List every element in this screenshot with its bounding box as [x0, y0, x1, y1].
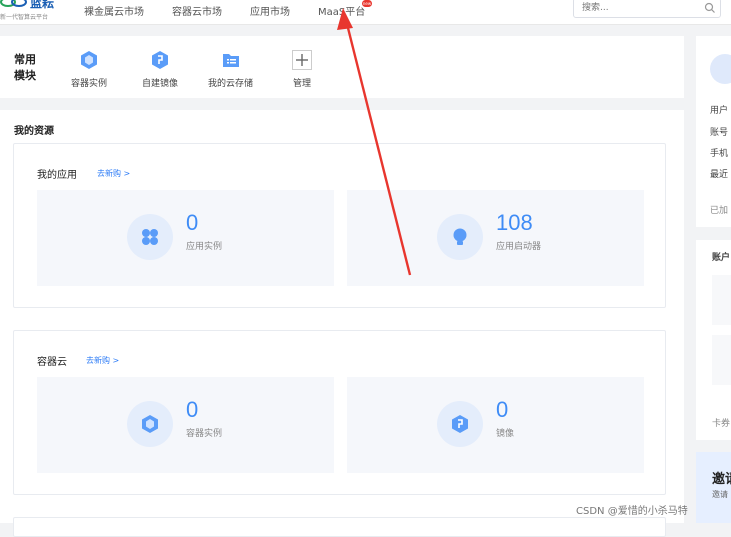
profile-line-user: 用户: [710, 106, 729, 116]
cloud-storage-icon: [222, 54, 239, 67]
top-navigation-bar: 蓝耘 新一代智算云平台 裸金属云市场 容器云市场 应用市场 MaaS平台 new: [0, 0, 731, 25]
search-input[interactable]: [582, 1, 692, 15]
container-cloud-title: 容器云: [37, 357, 67, 368]
nav-maas-platform[interactable]: MaaS平台: [318, 3, 365, 18]
watermark: CSDN @爱惜的小杀马特: [576, 506, 688, 517]
app-launcher-tile[interactable]: 108 应用启动器: [347, 190, 644, 286]
logo-text: 蓝耘: [30, 0, 55, 10]
search-icon[interactable]: [704, 2, 716, 14]
profile-line-account: 账号: [710, 128, 729, 138]
image-label: 镜像: [496, 429, 515, 439]
image-count: 0: [496, 397, 509, 422]
module-label: 自建镜像: [142, 79, 179, 89]
container-instance-label: 容器实例: [186, 429, 223, 439]
icon-circle: [127, 214, 173, 260]
module-label: 管理: [292, 79, 311, 89]
container-instance-icon: [81, 51, 97, 69]
lightbulb-icon: [453, 228, 467, 245]
plus-icon: [292, 50, 312, 70]
logo-icon[interactable]: [0, 0, 28, 10]
app-launcher-label: 应用启动器: [496, 242, 542, 252]
module-custom-image[interactable]: 自建镜像: [142, 50, 178, 89]
avatar[interactable]: [710, 54, 731, 84]
profile-panel: 用户 账号 手机 最近 已加: [696, 36, 731, 227]
icon-circle: [437, 401, 483, 447]
app-instance-tile[interactable]: 0 应用实例: [37, 190, 334, 286]
profile-line-joined: 已加: [710, 206, 729, 216]
my-apps-section: 我的应用 去新购 > 0 应用实例 108 应用启动器: [13, 143, 666, 308]
custom-image-icon: [152, 51, 168, 69]
module-label: 我的云存储: [208, 79, 254, 89]
invite-sub: 邀请: [712, 490, 728, 499]
image-icon: [452, 415, 468, 433]
my-apps-title: 我的应用: [37, 170, 77, 181]
app-launcher-count: 108: [496, 210, 533, 235]
coupon-label: 卡券: [712, 419, 731, 429]
app-grid-icon: [142, 229, 158, 245]
nav-app-market[interactable]: 应用市场: [250, 3, 290, 18]
module-container-instance[interactable]: 容器实例: [71, 50, 107, 89]
module-manage[interactable]: 管理: [292, 50, 312, 89]
account-box: [712, 335, 731, 385]
buy-apps-link[interactable]: 去新购 >: [97, 168, 130, 179]
nav-bare-metal-market[interactable]: 裸金属云市场: [84, 3, 144, 18]
image-tile[interactable]: 0 镜像: [347, 377, 644, 473]
module-label: 容器实例: [71, 79, 108, 89]
account-box: [712, 275, 731, 325]
nav-container-market[interactable]: 容器云市场: [172, 3, 222, 18]
next-section: [13, 517, 666, 537]
account-title: 账户: [712, 253, 731, 263]
logo-subtitle: 新一代智算云平台: [0, 14, 49, 21]
profile-line-phone: 手机: [710, 149, 729, 159]
search-box[interactable]: [573, 0, 721, 18]
my-resources-card: 我的资源 我的应用 去新购 > 0 应用实例 108 应用启动器 容器云 去新购…: [0, 110, 684, 537]
module-cloud-storage[interactable]: 我的云存储: [208, 50, 253, 89]
icon-circle: [437, 214, 483, 260]
my-resources-title: 我的资源: [14, 126, 54, 137]
profile-line-recent: 最近: [710, 170, 729, 180]
icon-circle: [127, 401, 173, 447]
account-panel: 账户 卡券: [696, 240, 731, 440]
app-instance-label: 应用实例: [186, 242, 223, 252]
container-instance-icon: [142, 415, 158, 433]
container-cloud-section: 容器云 去新购 > 0 容器实例 0 镜像: [13, 330, 666, 495]
invite-panel[interactable]: 邀请 邀请: [696, 452, 731, 523]
app-instance-count: 0: [186, 210, 199, 235]
common-modules-card: 常用模块 容器实例 自建镜像 我的云存储 管理: [0, 36, 684, 98]
invite-title: 邀请: [712, 472, 731, 487]
new-badge: new: [362, 0, 372, 7]
container-instance-tile[interactable]: 0 容器实例: [37, 377, 334, 473]
buy-container-link[interactable]: 去新购 >: [86, 355, 119, 366]
common-modules-title: 常用模块: [14, 53, 36, 82]
container-instance-count: 0: [186, 397, 199, 422]
